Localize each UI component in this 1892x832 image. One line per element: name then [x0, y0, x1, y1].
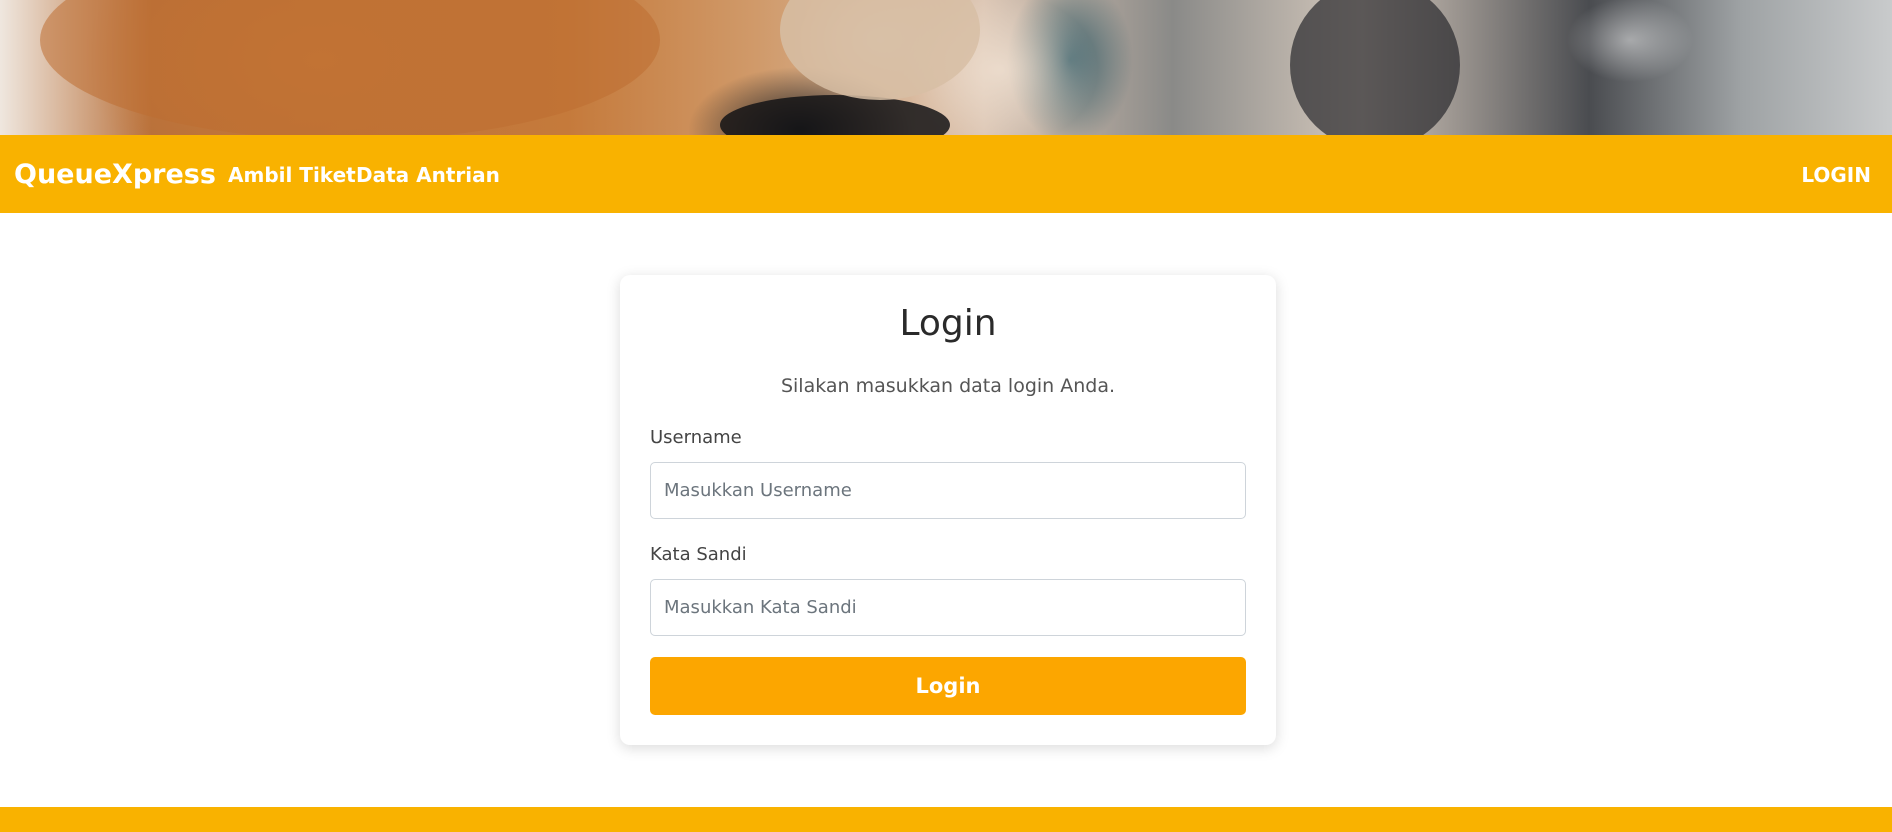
- top-navbar: QueueXpress Ambil Tiket Data Antrian LOG…: [0, 135, 1892, 213]
- hero-banner-image: [0, 0, 1892, 135]
- nav-link-ambil-tiket[interactable]: Ambil Tiket: [228, 163, 356, 187]
- hero-bag-shape: [720, 95, 950, 135]
- password-input[interactable]: [650, 579, 1246, 636]
- username-label: Username: [650, 427, 742, 448]
- footer-bar: [0, 807, 1892, 832]
- password-label: Kata Sandi: [650, 544, 747, 565]
- login-title: Login: [899, 303, 997, 344]
- login-submit-button[interactable]: Login: [650, 657, 1246, 715]
- hero-person-shape: [1290, 0, 1460, 135]
- brand-logo[interactable]: QueueXpress: [14, 159, 216, 190]
- login-card: Login Silakan masukkan data login Anda. …: [620, 275, 1276, 745]
- username-input[interactable]: [650, 462, 1246, 519]
- nav-link-data-antrian[interactable]: Data Antrian: [356, 163, 500, 187]
- hero-hat-shape: [780, 0, 980, 100]
- hero-figure-shape: [40, 0, 660, 135]
- nav-login-link[interactable]: LOGIN: [1801, 163, 1871, 187]
- login-subtitle: Silakan masukkan data login Anda.: [780, 375, 1116, 397]
